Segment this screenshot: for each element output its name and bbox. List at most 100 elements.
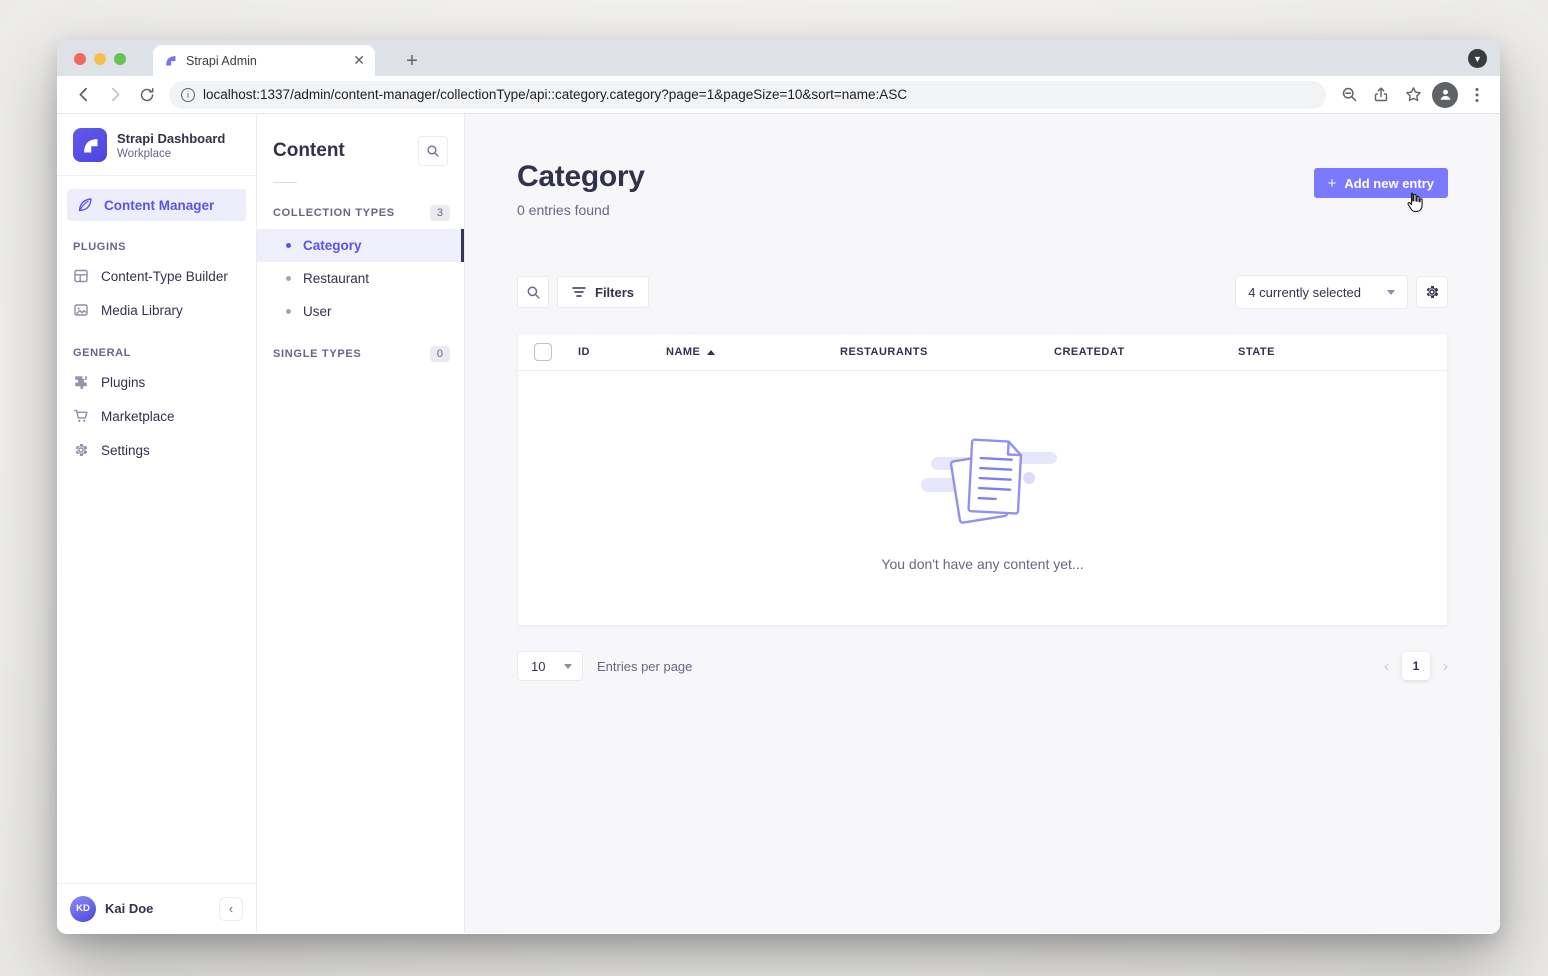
strapi-admin-app: Strapi Dashboard Workplace Content Manag…	[57, 114, 1500, 933]
browser-tab[interactable]: Strapi Admin ✕	[153, 45, 375, 76]
entries-table: ID NAME RESTAURANTS CREATEDAT STATE	[517, 333, 1448, 626]
brand-title: Strapi Dashboard	[117, 131, 225, 146]
subnav-item-label: User	[303, 304, 332, 319]
column-header-name-label: NAME	[666, 346, 700, 358]
zoom-icon[interactable]	[1336, 82, 1362, 108]
close-window-button[interactable]	[74, 53, 86, 65]
subnav-item-label: Restaurant	[303, 271, 369, 286]
subnav-divider	[273, 182, 297, 183]
brand[interactable]: Strapi Dashboard Workplace	[57, 114, 256, 175]
sidebar-item-label: Media Library	[101, 303, 183, 318]
sidebar-item-content-type-builder[interactable]: Content-Type Builder	[57, 259, 256, 293]
sidebar-item-label: Settings	[101, 443, 150, 458]
url-bar[interactable]: i localhost:1337/admin/content-manager/c…	[169, 81, 1326, 109]
sidebar-item-content-manager[interactable]: Content Manager	[67, 189, 246, 221]
sidebar-section-general: GENERAL	[57, 327, 256, 365]
add-new-entry-button[interactable]: + Add new entry	[1314, 168, 1448, 198]
table-header-row: ID NAME RESTAURANTS CREATEDAT STATE	[518, 334, 1447, 371]
zoom-window-button[interactable]	[114, 53, 126, 65]
plus-icon: +	[1328, 175, 1337, 192]
columns-select-value: 4 currently selected	[1248, 285, 1361, 300]
previous-page-icon[interactable]: ‹	[1384, 658, 1389, 675]
reload-button[interactable]	[133, 81, 161, 109]
add-new-entry-label: Add new entry	[1344, 176, 1434, 191]
search-entries-button[interactable]	[517, 276, 549, 308]
back-button[interactable]	[69, 81, 97, 109]
strapi-logo-icon	[73, 128, 107, 162]
tab-close-icon[interactable]: ✕	[353, 52, 365, 69]
feather-pen-icon	[77, 197, 93, 213]
entries-count: 0 entries found	[517, 202, 610, 218]
sort-asc-icon	[707, 350, 715, 355]
chevron-down-icon	[1387, 290, 1395, 295]
column-header-id[interactable]: ID	[578, 346, 666, 358]
subnav-item-category[interactable]: Category	[257, 229, 464, 262]
puzzle-icon	[73, 374, 89, 390]
column-header-name[interactable]: NAME	[666, 346, 840, 358]
single-types-label: SINGLE TYPES	[273, 348, 361, 360]
single-types-count-badge: 0	[430, 346, 450, 362]
subnav-item-user[interactable]: User	[257, 295, 464, 328]
subnav-title: Content	[273, 140, 345, 162]
select-all-checkbox[interactable]	[534, 343, 552, 361]
sidebar: Strapi Dashboard Workplace Content Manag…	[57, 114, 257, 933]
sidebar-item-label: Marketplace	[101, 409, 175, 424]
next-page-icon[interactable]: ›	[1443, 658, 1448, 675]
site-info-icon[interactable]: i	[181, 88, 195, 102]
collection-types-label: COLLECTION TYPES	[273, 207, 395, 219]
layout-grid-icon	[73, 268, 89, 284]
collapse-sidebar-button[interactable]: ‹	[219, 897, 243, 921]
subnav-item-label: Category	[303, 238, 362, 253]
browser-profile-avatar[interactable]	[1432, 82, 1458, 108]
current-page-button[interactable]: 1	[1402, 652, 1430, 680]
subnav-item-restaurant[interactable]: Restaurant	[257, 262, 464, 295]
bullet-icon	[286, 276, 291, 281]
share-icon[interactable]	[1368, 82, 1394, 108]
empty-state-text: You don't have any content yet...	[881, 556, 1083, 572]
table-empty-state: You don't have any content yet...	[518, 371, 1447, 626]
new-tab-button[interactable]: +	[399, 48, 425, 74]
bullet-icon	[286, 243, 291, 248]
content-subnav: Content COLLECTION TYPES 3 Category Rest…	[257, 114, 465, 933]
gear-icon	[73, 442, 89, 458]
brand-subtitle: Workplace	[117, 148, 225, 160]
filter-lines-icon	[572, 286, 586, 298]
sidebar-section-plugins: PLUGINS	[57, 221, 256, 259]
collection-types-count-badge: 3	[430, 205, 450, 221]
pagination-bar: 10 Entries per page ‹ 1 ›	[517, 651, 1448, 681]
filters-label: Filters	[595, 285, 634, 300]
columns-select[interactable]: 4 currently selected	[1235, 275, 1408, 309]
sidebar-item-marketplace[interactable]: Marketplace	[57, 399, 256, 433]
browser-menu-icon[interactable]	[1464, 82, 1490, 108]
bullet-icon	[286, 309, 291, 314]
sidebar-item-plugins[interactable]: Plugins	[57, 365, 256, 399]
browser-toolbar: i localhost:1337/admin/content-manager/c…	[57, 76, 1500, 114]
favicon-strapi-icon	[163, 53, 178, 68]
sidebar-item-label: Plugins	[101, 375, 145, 390]
sidebar-item-media-library[interactable]: Media Library	[57, 293, 256, 327]
column-header-state[interactable]: STATE	[1238, 346, 1447, 358]
chevron-down-icon	[564, 664, 572, 669]
toolbar-actions	[1336, 82, 1490, 108]
tab-title: Strapi Admin	[186, 54, 345, 68]
forward-button[interactable]	[101, 81, 129, 109]
table-settings-button[interactable]	[1416, 276, 1448, 308]
main-content: Category 0 entries found + Add new entry…	[465, 114, 1500, 933]
page-title: Category	[517, 160, 645, 194]
page-size-select[interactable]: 10	[517, 651, 583, 681]
filters-button[interactable]: Filters	[557, 276, 649, 308]
page-size-value: 10	[531, 659, 545, 674]
url-text: localhost:1337/admin/content-manager/col…	[203, 87, 907, 102]
column-header-createdat[interactable]: CREATEDAT	[1054, 346, 1238, 358]
bookmark-star-icon[interactable]	[1400, 82, 1426, 108]
browser-tabstrip: Strapi Admin ✕ + ▼	[57, 40, 1500, 76]
sidebar-item-settings[interactable]: Settings	[57, 433, 256, 467]
record-indicator-icon[interactable]: ▼	[1468, 49, 1487, 68]
minimize-window-button[interactable]	[94, 53, 106, 65]
column-header-restaurants[interactable]: RESTAURANTS	[840, 346, 1054, 358]
cart-icon	[73, 408, 89, 424]
subnav-search-button[interactable]	[418, 136, 448, 166]
sidebar-item-label: Content Manager	[104, 198, 214, 213]
sidebar-item-label: Content-Type Builder	[101, 269, 228, 284]
user-avatar[interactable]: KD	[70, 896, 96, 922]
